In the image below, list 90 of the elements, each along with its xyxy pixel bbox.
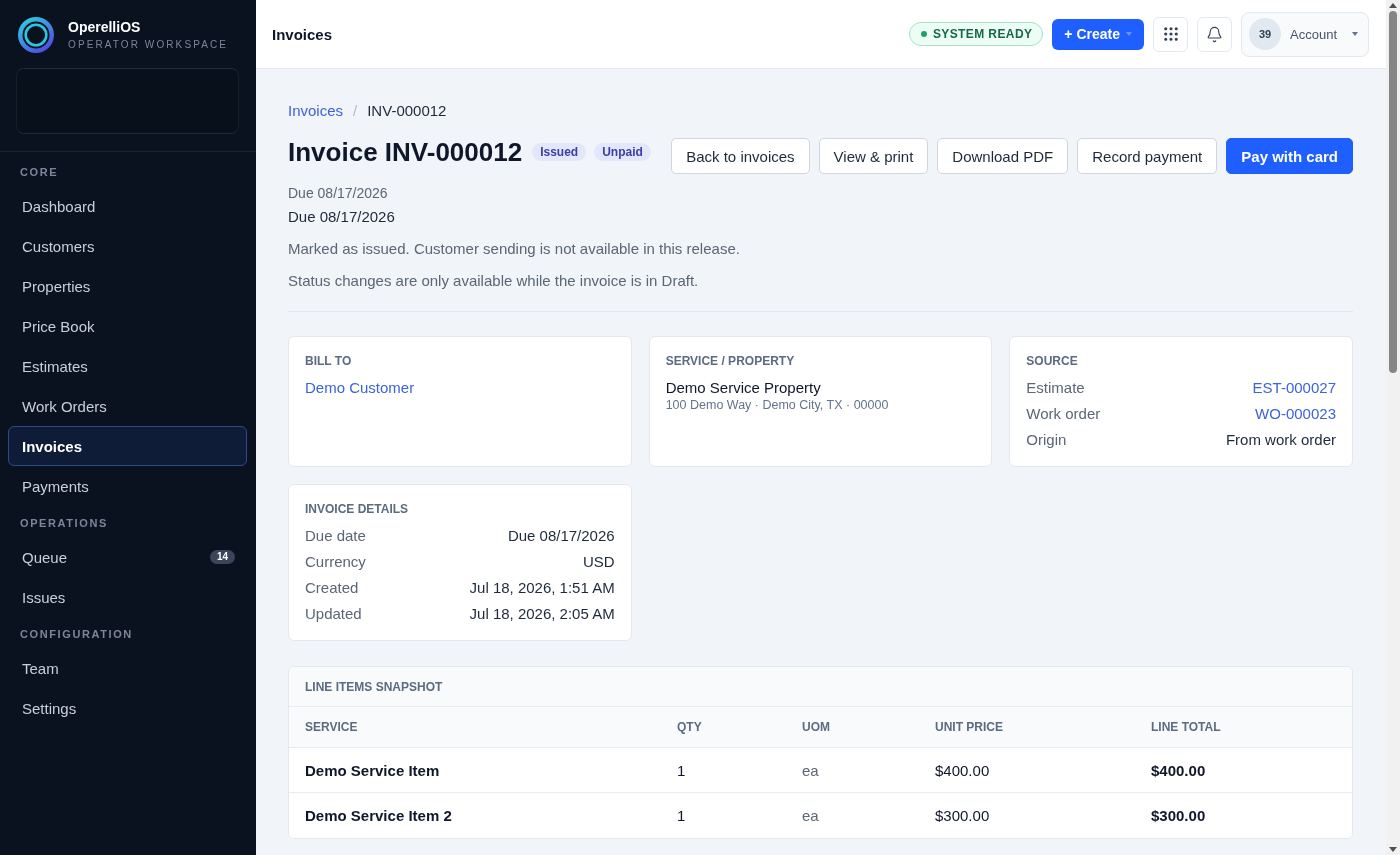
arrow-up-icon (1389, 3, 1397, 8)
create-button[interactable]: + Create (1052, 18, 1144, 50)
action-button[interactable]: View & print (818, 138, 929, 174)
field-value: USD (583, 552, 615, 572)
nav-item[interactable]: Customers (8, 226, 247, 266)
nav-item[interactable]: Invoices (8, 426, 247, 466)
property-address: 100 Demo Way · Demo City, TX · 00000 (665, 398, 890, 412)
nav-item[interactable]: Team (8, 648, 247, 688)
nav-item[interactable]: Dashboard (8, 186, 247, 226)
table-cell-text: $300.00 (1150, 807, 1207, 824)
table-cell-text: Demo Service Item (304, 761, 441, 779)
account-label: Account (1290, 26, 1337, 42)
nav-item[interactable]: Work Orders (8, 386, 247, 426)
info-note: Marked as issued. Customer sending is not available in this release. (288, 239, 741, 259)
table-cell-text: 1 (676, 761, 687, 779)
table-cell-text: 1 (676, 807, 687, 824)
nav-item[interactable]: Settings (8, 688, 247, 728)
dot-grid-icon (1161, 25, 1180, 43)
column-header: LINE TOTAL (1150, 720, 1222, 734)
status-badge: Unpaid (594, 143, 651, 161)
property-name: Demo Service Property (665, 378, 822, 398)
field-value: Jul 18, 2026, 1:51 AM (469, 578, 615, 598)
nav-section-heading: CONFIGURATION (19, 627, 134, 641)
bell-icon (1206, 25, 1223, 43)
card-heading: LINE ITEMS SNAPSHOT (305, 679, 443, 694)
table-cell-text: $400.00 (1150, 761, 1207, 779)
breadcrumb-current: INV-000012 (367, 101, 447, 121)
column-header: UOM (801, 720, 831, 734)
card-heading: SOURCE (1026, 354, 1079, 368)
card-heading: BILL TO (305, 354, 353, 368)
page-title: Invoices (272, 25, 333, 43)
nav-item[interactable]: Properties (8, 266, 247, 306)
table-cell-text: ea (801, 807, 820, 824)
field-label: Work order (1026, 404, 1101, 424)
info-note: Status changes are only available while the invoice is in Draft. (288, 271, 700, 291)
table-cell-text: ea (801, 761, 820, 779)
table-cell-text: $300.00 (934, 807, 991, 824)
field-link[interactable]: EST-000027 (1252, 378, 1336, 398)
brand-tagline: OPERATOR WORKSPACE (68, 39, 229, 51)
field-value: Due 08/17/2026 (507, 526, 615, 546)
field-label: Currency (305, 552, 366, 572)
ring-logo-icon (18, 17, 54, 53)
field-label: Due date (305, 526, 366, 546)
count-badge: 14 (209, 550, 235, 564)
caret-icon (1126, 32, 1132, 36)
action-button[interactable]: Download PDF (937, 138, 1069, 174)
column-header: UNIT PRICE (934, 720, 1004, 734)
nav-section-heading: CORE (19, 165, 60, 179)
caret-icon (1352, 32, 1358, 36)
field-label: Updated (305, 604, 362, 624)
field-label: Created (305, 578, 359, 598)
scrollbar[interactable] (1386, 0, 1400, 855)
action-button[interactable]: Record payment (1077, 138, 1218, 174)
card-heading: INVOICE DETAILS (305, 502, 410, 516)
scrollbar-thumb[interactable] (1389, 11, 1397, 373)
field-label: Estimate (1026, 378, 1085, 398)
nav-item[interactable]: Issues (8, 577, 247, 617)
notifications-button[interactable] (1197, 16, 1232, 52)
brand-name: OperelliOS (68, 19, 142, 36)
nav-item[interactable]: Queue 14 (8, 537, 247, 577)
field-label: Origin (1026, 430, 1067, 450)
nav-item[interactable]: Estimates (8, 346, 247, 386)
nav-item-label: Queue (22, 548, 68, 566)
customer-link[interactable]: Demo Customer (305, 378, 415, 398)
avatar: 39 (1249, 18, 1281, 50)
status-dot-icon (920, 31, 927, 37)
field-value: Jul 18, 2026, 2:05 AM (469, 604, 615, 624)
breadcrumb-separator: / (353, 101, 358, 121)
column-header: QTY (676, 720, 703, 734)
action-button[interactable]: Back to invoices (671, 138, 810, 174)
status-text: SYSTEM READY (932, 27, 1033, 41)
account-button[interactable]: 39 Account (1241, 11, 1369, 57)
due-caption: Due 08/17/2026 (288, 184, 389, 203)
create-label: + Create (1064, 26, 1120, 42)
field-value: From work order (1225, 430, 1336, 450)
field-link[interactable]: WO-000023 (1255, 404, 1336, 424)
table-cell-text: $400.00 (934, 761, 991, 779)
nav-section-heading: OPERATIONS (19, 516, 109, 530)
status-badge: Issued (532, 143, 587, 161)
due-date-text: Due 08/17/2026 (288, 207, 396, 227)
card-heading: SERVICE / PROPERTY (665, 354, 796, 368)
nav-item[interactable]: Payments (8, 466, 247, 506)
breadcrumb-link[interactable]: Invoices (288, 101, 344, 121)
invoice-title: Invoice INV-000012 (288, 136, 523, 168)
table-cell-text: Demo Service Item 2 (304, 807, 453, 824)
column-header: SERVICE (304, 720, 359, 734)
arrow-down-icon (1389, 847, 1397, 852)
apps-grid-button[interactable] (1153, 16, 1188, 52)
nav-item[interactable]: Price Book (8, 306, 247, 346)
primary-action-button[interactable]: Pay with card (1226, 138, 1353, 174)
